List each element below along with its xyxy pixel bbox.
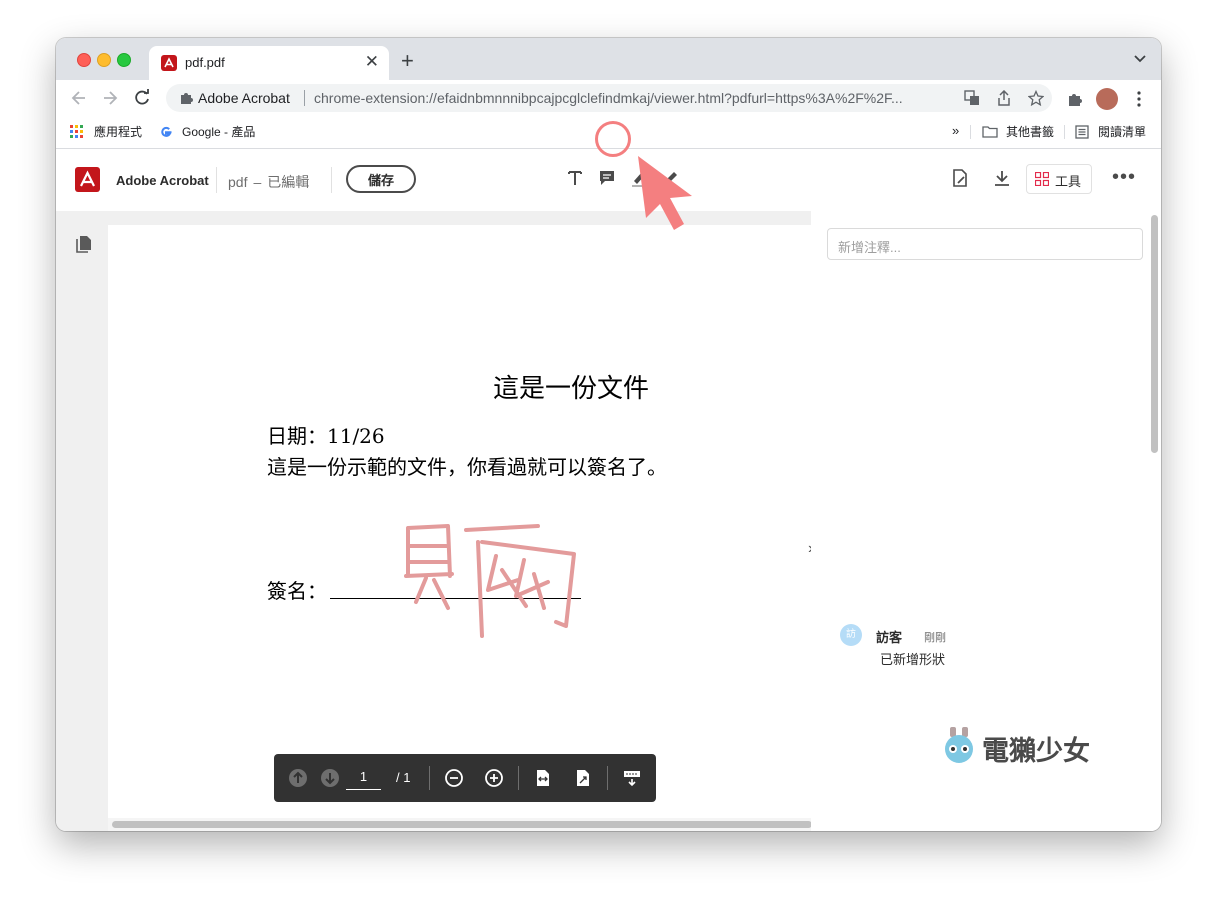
back-arrow-icon[interactable] — [69, 88, 89, 108]
horizontal-scroll-thumb[interactable] — [112, 821, 812, 828]
document-status: 已編輯 — [267, 174, 310, 190]
vertical-scroll-thumb[interactable] — [1151, 215, 1158, 453]
document-title: 這是一份文件 — [493, 374, 650, 404]
header-divider — [216, 167, 217, 193]
translate-icon[interactable] — [964, 90, 980, 106]
zoom-window-button[interactable] — [117, 53, 131, 67]
extensions-icon[interactable] — [1066, 90, 1084, 108]
controls-divider-2 — [518, 766, 519, 790]
browser-window: pdf.pdf ✕ + Adobe Acrobat chrome-extensi… — [56, 38, 1161, 831]
download-icon[interactable] — [992, 168, 1012, 188]
comment-author: 訪客 — [876, 630, 903, 645]
body-line: 這是一份示範的文件，你看過就可以簽名了。 — [267, 455, 667, 479]
bookmark-other[interactable]: 其他書籤 — [1006, 123, 1054, 140]
profile-avatar[interactable] — [1096, 88, 1118, 110]
bookmarks-divider — [970, 125, 971, 139]
bookmark-apps[interactable]: 應用程式 — [94, 123, 142, 140]
reading-list-icon — [1075, 125, 1089, 139]
handwritten-signature-drawing[interactable] — [396, 516, 586, 640]
document-file-name: pdf — [228, 174, 248, 190]
horizontal-scrollbar[interactable] — [108, 818, 812, 831]
watermark-text: 電獺少女 — [982, 736, 1090, 766]
current-page-input[interactable]: 1 — [346, 769, 381, 790]
tab-search-chevron-icon[interactable] — [1133, 51, 1147, 65]
close-window-button[interactable] — [77, 53, 91, 67]
pointer-arrow-icon — [638, 156, 692, 230]
url-text: chrome-extension://efaidnbmnnnibpcajpcgl… — [314, 90, 903, 106]
browser-tab[interactable]: pdf.pdf ✕ — [149, 46, 389, 80]
date-line: 日期：11/26 — [267, 424, 385, 448]
google-g-icon — [161, 126, 172, 137]
page-thumbnails-icon[interactable] — [76, 235, 92, 253]
reload-icon[interactable] — [132, 88, 152, 108]
forward-arrow-icon[interactable] — [100, 88, 120, 108]
tools-button[interactable]: 工具 — [1026, 164, 1092, 194]
new-tab-button[interactable]: + — [401, 48, 414, 74]
next-page-icon[interactable] — [320, 768, 340, 788]
tab-title: pdf.pdf — [185, 55, 225, 70]
app-name: Adobe Acrobat — [116, 173, 209, 188]
zoom-in-icon[interactable] — [484, 768, 504, 788]
acrobat-favicon-icon — [161, 55, 177, 71]
signature-label: 簽名： — [267, 579, 327, 603]
document-name: pdf – 已編輯 — [228, 172, 309, 192]
site-name: Adobe Acrobat — [198, 90, 290, 106]
tools-label: 工具 — [1055, 174, 1082, 189]
fill-sign-icon[interactable] — [950, 168, 970, 188]
document-name-separator: – — [253, 174, 262, 190]
comment-time: 剛剛 — [924, 632, 946, 644]
total-pages: / 1 — [396, 770, 411, 785]
scroll-mode-icon[interactable] — [622, 768, 642, 788]
avatar: 訪 — [840, 624, 862, 646]
bookmark-reading-list[interactable]: 閱讀清單 — [1098, 123, 1146, 140]
share-icon[interactable] — [996, 90, 1012, 106]
bookmarks-divider-2 — [1064, 125, 1065, 139]
page-controls-toolbar: 1 / 1 — [274, 754, 656, 802]
header-divider-2 — [331, 167, 332, 193]
apps-grid-icon[interactable] — [70, 125, 84, 139]
controls-divider-3 — [607, 766, 608, 790]
left-rail — [56, 211, 108, 831]
fit-page-icon[interactable] — [573, 768, 593, 788]
more-options-icon[interactable]: ••• — [1112, 166, 1136, 189]
add-comment-input[interactable]: 新增注釋... — [827, 228, 1143, 260]
acrobat-header: Adobe Acrobat pdf – 已編輯 儲存 工具 ••• — [56, 149, 1161, 211]
browser-toolbar: Adobe Acrobat chrome-extension://efaidnb… — [56, 80, 1161, 117]
fit-width-icon[interactable] — [533, 768, 553, 788]
tab-close-icon[interactable]: ✕ — [365, 52, 379, 72]
watermark-logo: 電獺少女 — [940, 725, 1100, 767]
controls-divider — [429, 766, 430, 790]
bookmarks-overflow-chevron-icon[interactable]: » — [952, 123, 959, 138]
bookmark-google[interactable]: Google - 產品 — [182, 123, 255, 140]
folder-icon — [982, 126, 998, 138]
vertical-scrollbar[interactable] — [1148, 211, 1161, 821]
omnibox-divider — [304, 90, 305, 106]
previous-page-icon[interactable] — [288, 768, 308, 788]
highlight-circle-annotation — [595, 121, 631, 157]
acrobat-logo-icon — [75, 167, 100, 192]
bookmark-star-icon[interactable] — [1028, 90, 1044, 106]
add-text-icon[interactable] — [565, 168, 585, 188]
extension-puzzle-icon — [181, 93, 193, 104]
chrome-menu-icon[interactable] — [1130, 90, 1148, 108]
mascot-icon — [945, 727, 973, 763]
comment-icon[interactable] — [597, 168, 617, 188]
tab-strip: pdf.pdf ✕ + — [56, 38, 1161, 80]
address-bar[interactable]: Adobe Acrobat chrome-extension://efaidnb… — [166, 84, 1052, 112]
comment-text[interactable]: 已新增形狀 — [880, 649, 945, 668]
minimize-window-button[interactable] — [97, 53, 111, 67]
save-button[interactable]: 儲存 — [346, 165, 416, 193]
tools-grid-icon — [1035, 172, 1049, 186]
zoom-out-icon[interactable] — [444, 768, 464, 788]
